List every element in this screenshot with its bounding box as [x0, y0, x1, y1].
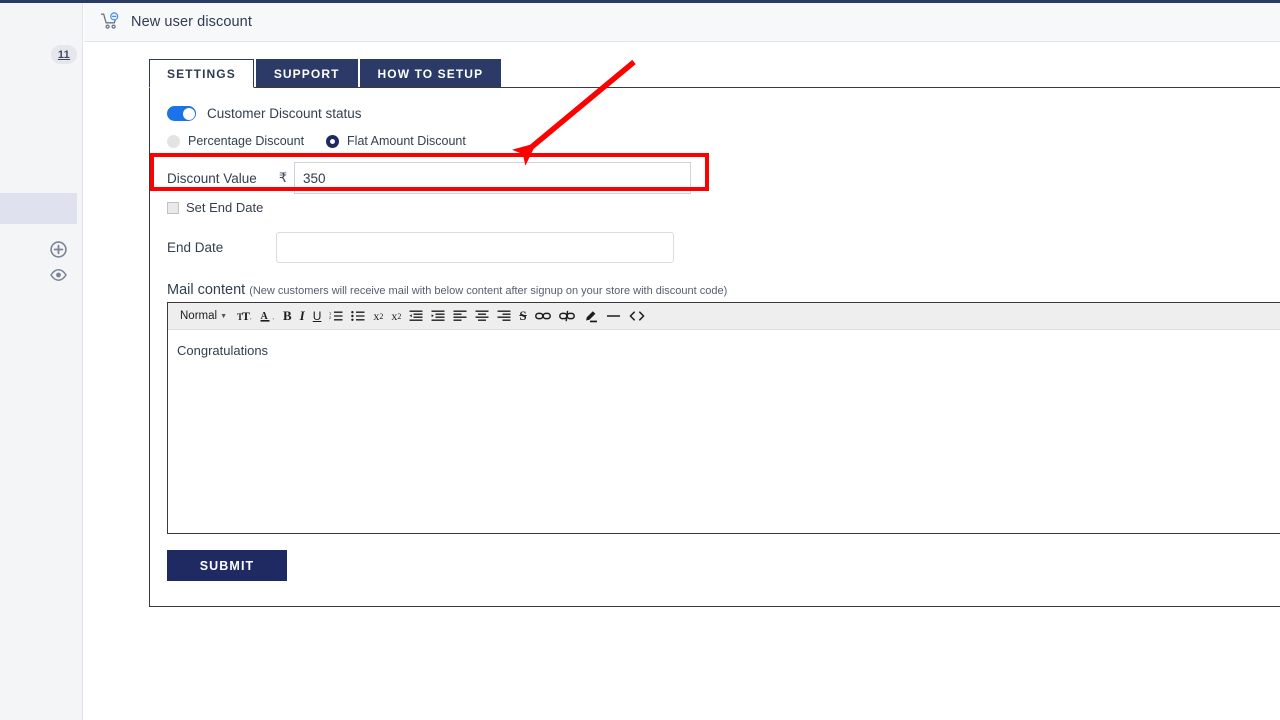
customer-discount-status-toggle[interactable]	[167, 106, 196, 121]
app-root: 11 New user discount SETTINGS SUPPORT HO…	[0, 0, 1280, 720]
page-title: New user discount	[131, 14, 252, 30]
radio-percentage-discount[interactable]: Percentage Discount	[167, 134, 304, 148]
indent-increase-icon[interactable]	[427, 305, 449, 327]
mail-content-heading: Mail content (New customers will receive…	[167, 282, 727, 298]
settings-panel: Customer Discount status Percentage Disc…	[149, 87, 1280, 607]
sidebar-selected-row[interactable]	[0, 193, 77, 224]
align-left-icon[interactable]	[449, 305, 471, 327]
left-sidebar: 11	[0, 3, 83, 720]
notification-count-badge[interactable]: 11	[51, 45, 77, 64]
toggle-knob	[182, 107, 195, 120]
code-icon[interactable]	[625, 305, 649, 327]
bold-icon[interactable]: B	[279, 305, 296, 327]
tab-settings[interactable]: SETTINGS	[149, 59, 254, 88]
format-dropdown[interactable]: Normal	[176, 305, 219, 327]
align-center-icon[interactable]	[471, 305, 493, 327]
text-color-icon[interactable]: A	[256, 305, 279, 327]
mail-content-note: (New customers will receive mail with be…	[249, 285, 728, 297]
bullet-list-icon[interactable]	[347, 305, 369, 327]
highlight-icon[interactable]	[579, 305, 602, 327]
link-icon[interactable]	[531, 305, 555, 327]
editor-content-area[interactable]: Congratulations	[168, 330, 1280, 533]
radio-flat-amount-label: Flat Amount Discount	[347, 134, 466, 148]
sidebar-badge-row: 11	[0, 45, 83, 64]
page-header: New user discount	[84, 3, 1280, 42]
editor-toolbar: Normal ▼ T T A B I U 1 2 x 2 x 2 S	[168, 303, 1280, 330]
discount-value-label: Discount Value	[167, 170, 257, 186]
mail-content-title: Mail content	[167, 282, 246, 298]
customer-discount-status-label: Customer Discount status	[207, 106, 362, 121]
tab-support[interactable]: SUPPORT	[255, 59, 358, 88]
set-end-date-label: Set End Date	[186, 200, 264, 215]
end-date-input[interactable]	[276, 232, 674, 263]
ordered-list-icon[interactable]: 1 2	[325, 305, 347, 327]
radio-percentage-label: Percentage Discount	[188, 134, 305, 148]
horizontal-rule-icon[interactable]	[602, 305, 625, 327]
set-end-date-row: Set End Date	[167, 200, 263, 215]
strikethrough-icon[interactable]: S	[515, 305, 530, 327]
tab-how-to-setup[interactable]: HOW TO SETUP	[359, 59, 502, 88]
discount-type-radio-group: Percentage Discount Flat Amount Discount	[167, 134, 466, 148]
customer-discount-status-row: Customer Discount status	[167, 106, 362, 121]
superscript-icon[interactable]: x2	[387, 305, 405, 327]
italic-icon[interactable]: I	[296, 305, 309, 327]
chevron-down-icon[interactable]: ▼	[219, 305, 233, 327]
rupee-currency-icon: ₹	[278, 170, 288, 185]
radio-flat-amount-dot	[326, 134, 340, 148]
subscript-icon[interactable]: x2	[369, 305, 387, 327]
eye-icon[interactable]	[0, 268, 83, 282]
rich-text-editor: Normal ▼ T T A B I U 1 2 x 2 x 2 S Congr…	[167, 302, 1280, 534]
submit-button[interactable]: SUBMIT	[167, 550, 287, 581]
font-size-icon[interactable]: T T	[233, 305, 256, 327]
align-right-icon[interactable]	[493, 305, 515, 327]
svg-text:T: T	[242, 310, 250, 323]
underline-icon[interactable]: U	[309, 305, 326, 327]
discount-value-row: Discount Value ₹	[167, 162, 691, 194]
radio-flat-amount-discount[interactable]: Flat Amount Discount	[326, 134, 466, 148]
tab-bar: SETTINGS SUPPORT HOW TO SETUP	[149, 59, 503, 88]
discount-value-input[interactable]	[294, 162, 691, 194]
shopping-cart-icon	[100, 12, 120, 32]
end-date-label: End Date	[167, 240, 224, 255]
svg-text:2: 2	[329, 315, 332, 320]
set-end-date-checkbox[interactable]	[167, 201, 179, 214]
unlink-icon[interactable]	[555, 305, 579, 327]
plus-circle-icon[interactable]	[0, 241, 83, 258]
radio-percentage-dot	[167, 134, 180, 148]
indent-decrease-icon[interactable]	[405, 305, 427, 327]
end-date-row: End Date	[167, 232, 674, 263]
